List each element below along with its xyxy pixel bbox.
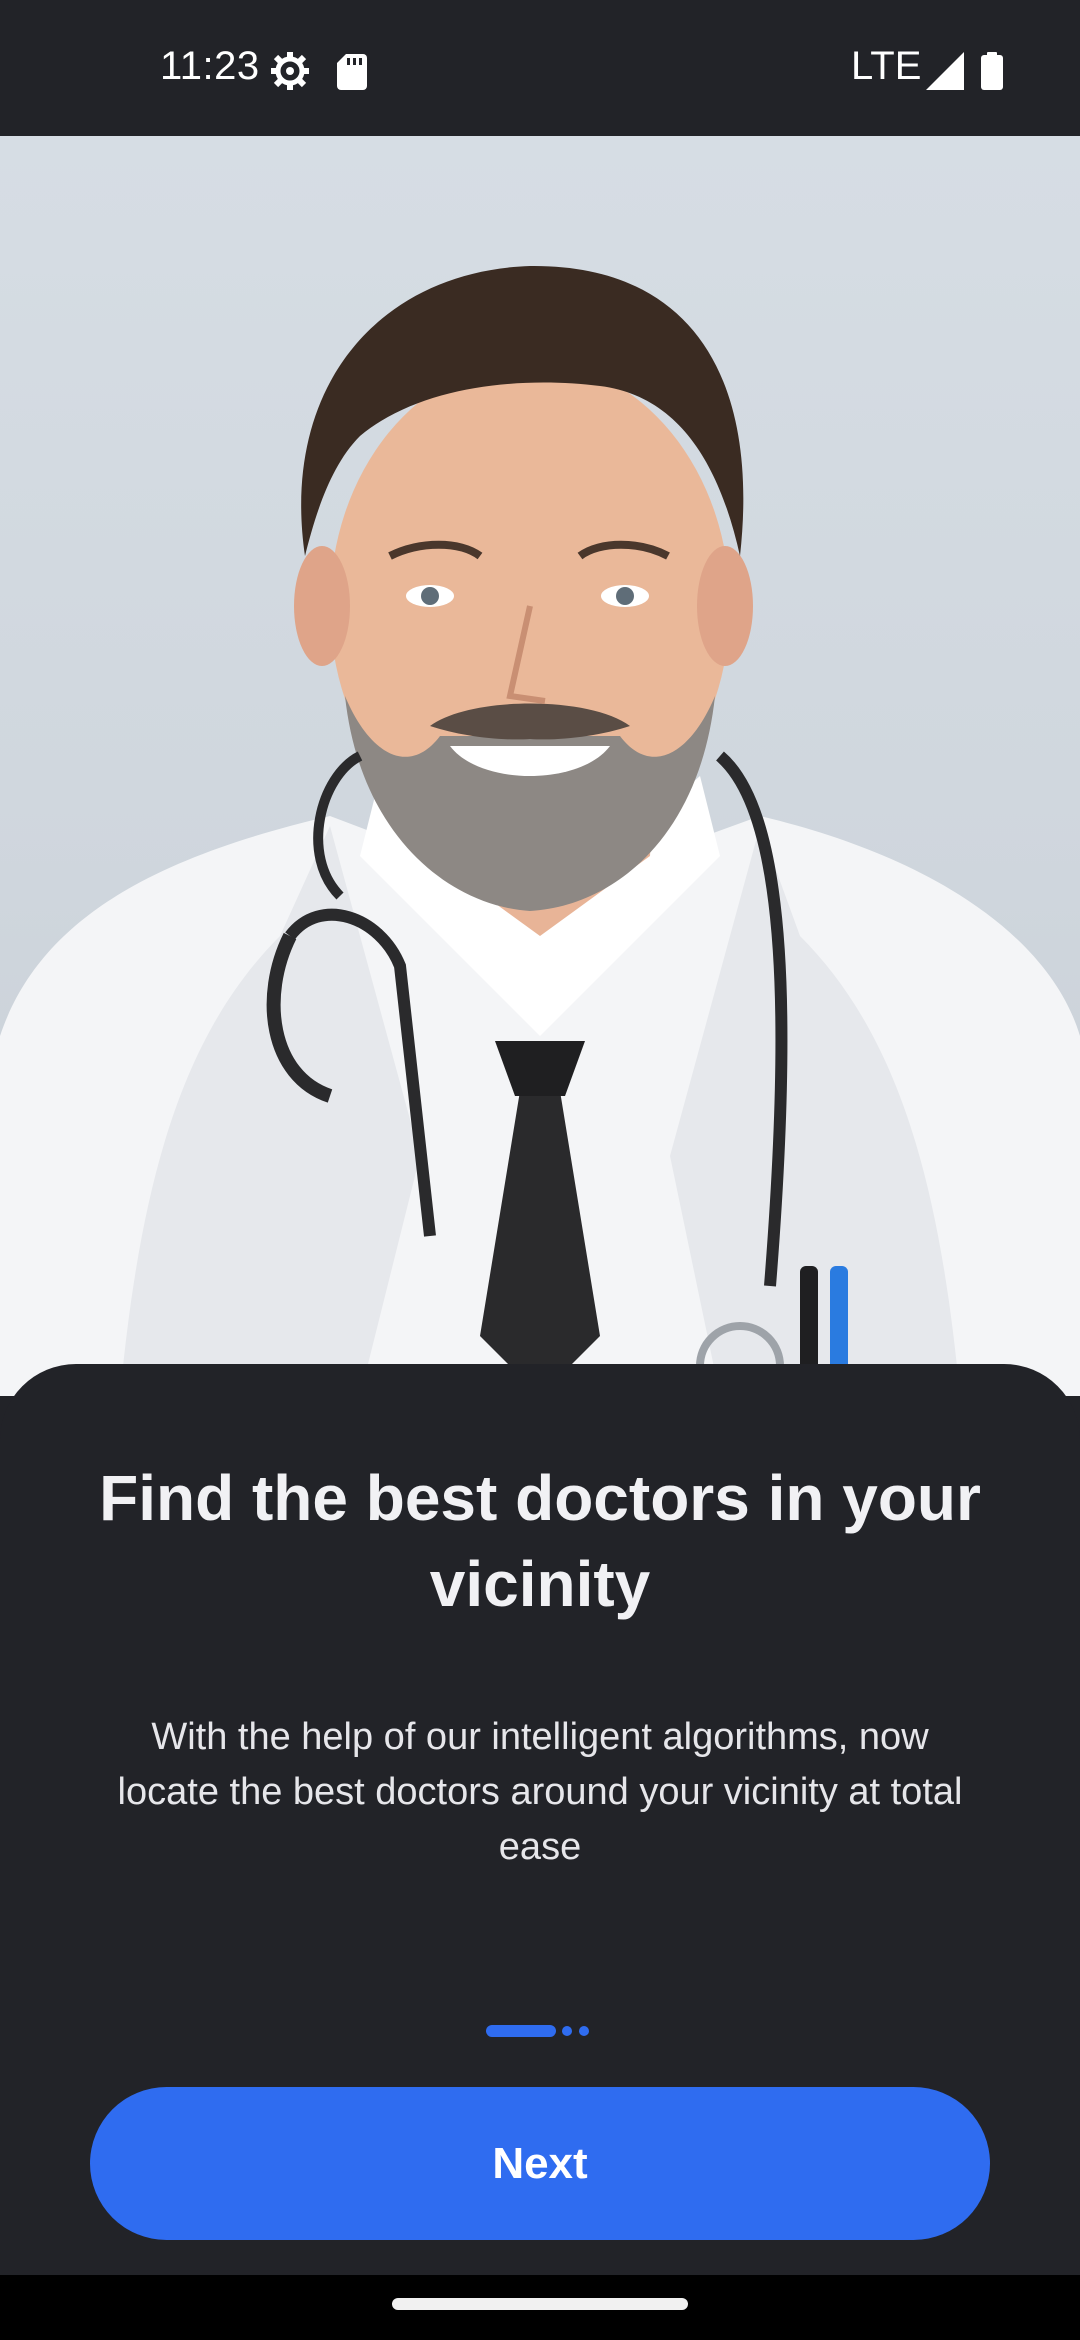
page-indicator-active (486, 2025, 556, 2037)
status-time: 11:23 (160, 44, 260, 88)
next-button[interactable]: Next (90, 2087, 990, 2240)
onboarding-title: Find the best doctors in your vicinity (99, 1462, 981, 1620)
signal-icon (926, 52, 964, 90)
onboarding-description: With the help of our intelligent algorit… (117, 1716, 963, 1868)
battery-icon (981, 52, 1003, 90)
doctor-hero-image (0, 136, 1080, 1396)
smiling-doctor-photo (0, 265, 1080, 1396)
sd-card-icon (337, 54, 367, 90)
status-bar: 11:23 LTE (0, 0, 1080, 136)
settings-gear-icon (271, 52, 309, 90)
page-indicator-dot (562, 2026, 572, 2036)
network-type: LTE (851, 44, 922, 88)
page-indicator-dot (579, 2026, 589, 2036)
home-indicator[interactable] (392, 2298, 688, 2310)
page-indicator (486, 2025, 606, 2037)
